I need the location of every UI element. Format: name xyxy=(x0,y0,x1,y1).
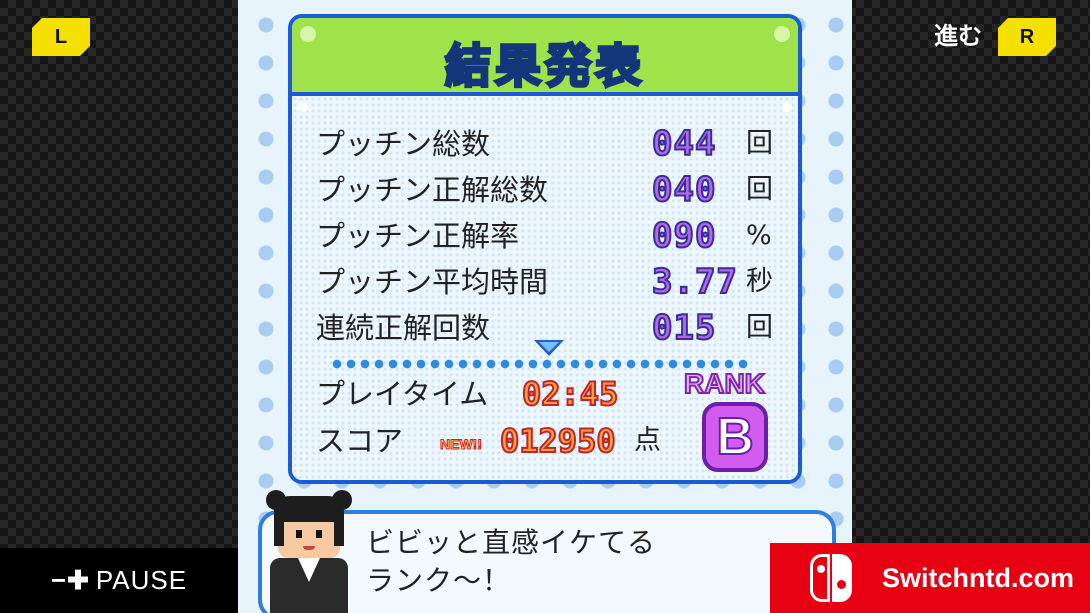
pause-label: PAUSE xyxy=(95,565,188,595)
joycon-left-shape xyxy=(810,554,830,602)
stat-label: プッチン正解率 xyxy=(316,219,520,253)
stat-row-total: プッチン総数 044 回 xyxy=(316,123,773,165)
switch-logo-icon xyxy=(810,554,858,602)
advance-label: 進む xyxy=(934,22,982,50)
character-eye xyxy=(316,530,322,538)
results-panel: 結果発表 プッチン総数 044 回 プッチン正解総数 040 回 プッチン正解率… xyxy=(288,14,802,484)
new-record-badge: NEW!! xyxy=(440,436,483,453)
character-eye xyxy=(296,530,302,538)
stat-unit: 回 xyxy=(746,174,773,205)
r-button-badge[interactable]: R xyxy=(998,18,1056,56)
stat-row-accuracy: プッチン正解率 090 % xyxy=(316,215,772,257)
score-value: 012950 xyxy=(499,421,617,461)
stat-label: プッチン正解総数 xyxy=(316,173,549,207)
watermark-text: Switchntd.com xyxy=(882,562,1075,593)
l-button-badge[interactable]: L xyxy=(32,18,90,56)
stat-value: 3.77 xyxy=(651,261,738,303)
stat-label: プッチン平均時間 xyxy=(316,265,549,299)
stat-unit: % xyxy=(746,220,772,251)
site-watermark: Switchntd.com xyxy=(770,543,1090,613)
game-screen: 結果発表 プッチン総数 044 回 プッチン正解総数 040 回 プッチン正解率… xyxy=(238,0,852,613)
rank-grade: B xyxy=(702,402,768,472)
stat-label: 連続正解回数 xyxy=(316,311,491,345)
rank-label: RANK xyxy=(683,367,766,400)
playtime-label: プレイタイム xyxy=(316,377,489,411)
stat-value: 015 xyxy=(651,307,717,349)
character-hair xyxy=(334,512,344,546)
pause-control[interactable]: −✚ PAUSE xyxy=(0,548,238,613)
stat-unit: 秒 xyxy=(746,266,773,297)
corner-dot xyxy=(298,102,308,112)
score-label: スコア xyxy=(316,424,404,458)
stat-unit: 回 xyxy=(746,128,773,159)
dialogue-text: ビビッと直感イケてる ランク〜！ xyxy=(366,526,657,597)
corner-dot xyxy=(782,102,792,112)
score-unit: 点 xyxy=(634,425,661,456)
minus-plus-icon: −✚ xyxy=(50,565,90,595)
joycon-right-shape xyxy=(832,554,852,602)
character-hair xyxy=(274,512,284,546)
triangle-down-icon[interactable] xyxy=(534,340,564,356)
stat-value: 044 xyxy=(651,123,717,165)
playtime-value: 02:45 xyxy=(521,374,619,414)
stat-value: 040 xyxy=(651,169,717,211)
results-header: 結果発表 xyxy=(292,18,798,96)
stat-value: 090 xyxy=(651,215,717,257)
stat-unit: 回 xyxy=(746,312,773,343)
stat-row-correct-total: プッチン正解総数 040 回 xyxy=(316,169,773,211)
results-title: 結果発表 xyxy=(444,38,645,95)
host-character-portrait xyxy=(258,486,360,613)
stat-row-average-time: プッチン平均時間 3.77 秒 xyxy=(316,261,773,303)
stat-label: プッチン総数 xyxy=(316,127,491,161)
results-body: プッチン総数 044 回 プッチン正解総数 040 回 プッチン正解率 090 … xyxy=(292,96,798,480)
